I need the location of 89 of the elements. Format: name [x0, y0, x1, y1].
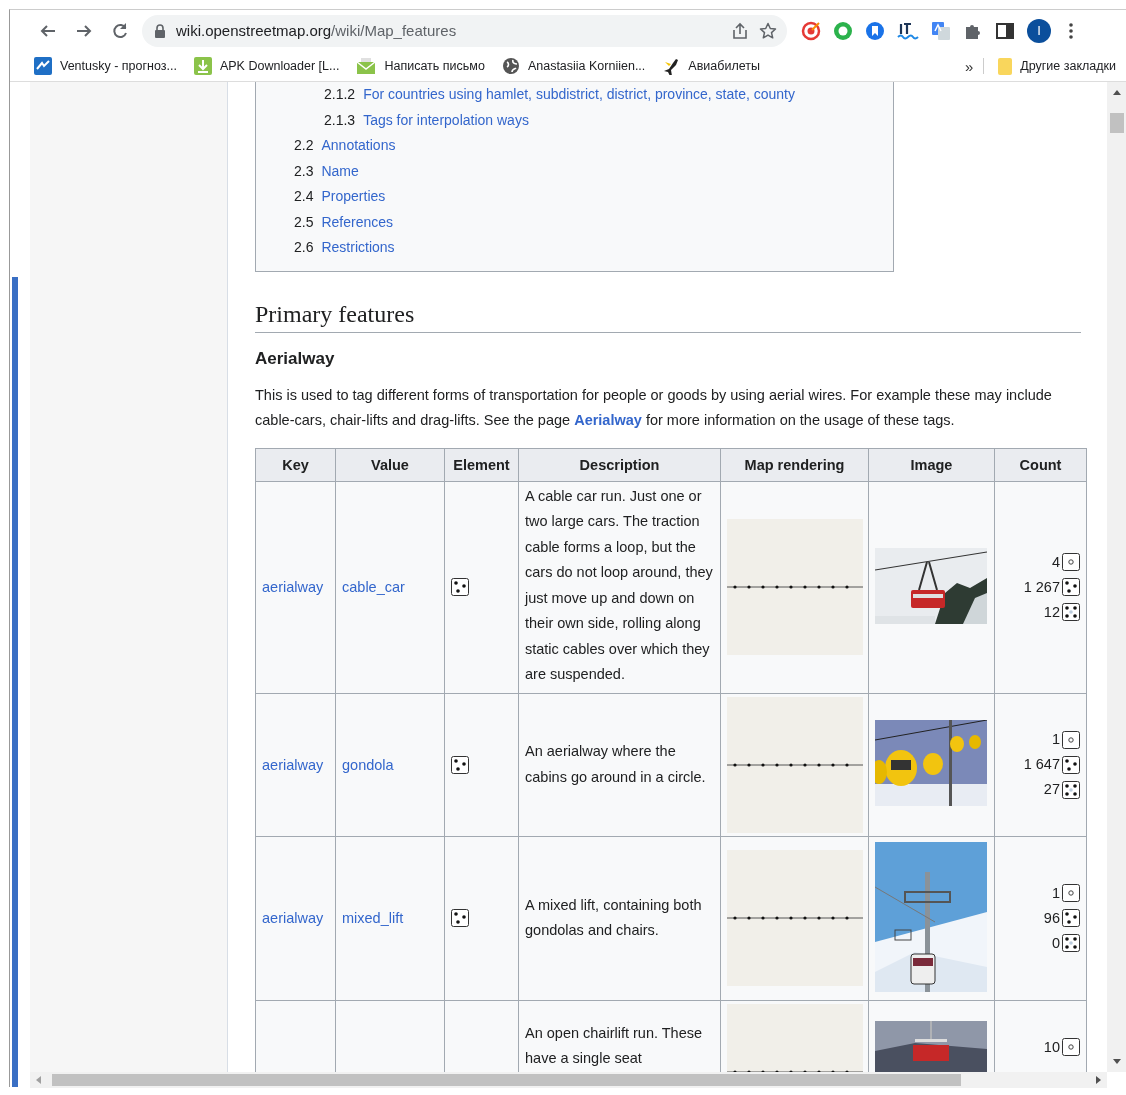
section-heading: Primary features: [255, 297, 1081, 333]
bookmark-item[interactable]: Написать письмо: [356, 57, 485, 75]
way-icon: [1062, 755, 1080, 774]
scrollbar-thumb[interactable]: [52, 1074, 961, 1086]
download-icon: [193, 57, 212, 75]
more-bookmarks-button[interactable]: »: [964, 57, 974, 75]
node-icon: [1062, 553, 1080, 571]
envelope-icon: [356, 57, 377, 75]
count-value: 1 647: [1023, 755, 1060, 774]
section-number: 2.5: [294, 212, 314, 232]
section-number: 2.1.3: [324, 110, 356, 130]
column-header: Count: [994, 448, 1087, 481]
subsection-heading: Aerialway: [255, 347, 336, 370]
relation-icon: [1062, 603, 1080, 621]
count-value: 0: [1051, 933, 1060, 953]
value-link[interactable]: mixed_lift: [342, 910, 404, 926]
bookmark-item[interactable]: APK Downloader [L...: [193, 57, 340, 75]
star-icon[interactable]: [759, 21, 777, 40]
airplane-icon: [662, 57, 681, 75]
count-value: 96: [1043, 908, 1060, 928]
contents-link[interactable]: For countries using hamlet, subdistrict, district, province, state, county: [363, 82, 795, 108]
scrollbar-thumb[interactable]: [1109, 113, 1124, 133]
key-link[interactable]: aerialway: [262, 756, 324, 773]
contents-link[interactable]: Tags for interpolation ways: [363, 107, 529, 133]
section-number: 2.3: [294, 161, 314, 181]
contents-link[interactable]: Properties: [321, 184, 386, 210]
count-value: 1: [1051, 883, 1060, 903]
page-link[interactable]: Aerialway: [574, 411, 642, 428]
section-number: 2.2: [294, 136, 314, 155]
value-link[interactable]: cable_car: [342, 579, 405, 595]
section-number: 2.6: [294, 238, 314, 257]
column-header: Description: [518, 448, 721, 481]
contents-link[interactable]: References: [321, 209, 394, 235]
node-icon: [1062, 1038, 1080, 1056]
bookmark-item[interactable]: Авиабилеты: [662, 57, 760, 75]
cloud-logo-icon: [34, 57, 52, 75]
node-icon: [1062, 884, 1080, 902]
key-link[interactable]: aerialway: [262, 910, 324, 926]
column-header: Key: [255, 448, 336, 481]
scroll-down-icon[interactable]: [1111, 1058, 1122, 1066]
share-icon[interactable]: [731, 21, 749, 40]
ring-icon[interactable]: [833, 20, 853, 41]
url-text: wiki.openstreetmap.org/wiki/Map_features: [176, 22, 458, 39]
contents-link[interactable]: Restrictions: [321, 235, 395, 261]
folder-icon: [998, 57, 1013, 75]
relation-icon: [1062, 934, 1080, 952]
lock-icon: [154, 23, 166, 38]
key-link[interactable]: aerialway: [262, 579, 324, 595]
column-header: Map rendering: [720, 448, 869, 481]
scroll-up-icon[interactable]: [1111, 88, 1122, 96]
column-header: Element: [444, 448, 519, 481]
count-value: 12: [1043, 602, 1060, 622]
way-icon: [451, 578, 469, 596]
profile-avatar[interactable]: I: [1027, 18, 1051, 43]
reload-icon: [111, 21, 129, 40]
translate-icon[interactable]: [931, 20, 951, 41]
bookmark-item[interactable]: Anastasiia Korniien...: [501, 57, 646, 75]
relation-icon: [1062, 780, 1080, 799]
wave-icon[interactable]: [897, 20, 919, 41]
count-value: 27: [1043, 780, 1060, 799]
column-header: Image: [868, 448, 995, 481]
count-value: 10: [1043, 1037, 1060, 1057]
description-text: An open chairlift run. These have a single seat: [525, 1024, 703, 1066]
globe-icon: [501, 57, 520, 75]
bookmark-folder[interactable]: Другие закладки: [998, 57, 1116, 75]
contents-link[interactable]: Annotations: [321, 133, 396, 159]
value-link[interactable]: gondola: [342, 756, 394, 773]
sidebar-icon[interactable]: [995, 20, 1015, 41]
description-text: An aerialway where the cabins go around in a circle.: [525, 743, 706, 785]
column-header: Value: [335, 448, 445, 481]
node-icon: [1062, 730, 1080, 749]
count-value: 4: [1051, 552, 1060, 572]
contents-link[interactable]: Name: [321, 158, 359, 184]
section-number: 2.1.2: [324, 85, 356, 104]
way-icon: [1062, 909, 1080, 927]
bookmark-icon[interactable]: [865, 20, 885, 41]
target-icon[interactable]: [801, 20, 821, 41]
scroll-right-icon[interactable]: [1095, 1075, 1103, 1085]
way-icon: [451, 909, 469, 927]
address-bar[interactable]: wiki.openstreetmap.org/wiki/Map_features: [142, 14, 787, 47]
way-icon: [1062, 578, 1080, 596]
description-text: A mixed lift, containing both gondolas and chairs.: [525, 896, 702, 938]
intro-paragraph: This is used to tag different forms of transportation for people or goods by using aerial wires. For example these may include cable-cars, chair-lifts and drag-lifts. See the page Aerialway for more information on the usage of these tags.: [255, 385, 1053, 430]
description-text: A cable car run. Just one or two large cars. The traction cable forms a loop, but the cars do not loop around, they just move up and down on their own side, rolling along static cables over which they are suspended.: [525, 487, 713, 682]
section-number: 2.4: [294, 187, 314, 206]
way-icon: [451, 755, 469, 774]
count-value: 1: [1051, 730, 1060, 749]
count-value: 1 267: [1023, 577, 1060, 597]
bookmark-item[interactable]: Ventusky - прогноз...: [34, 57, 177, 75]
